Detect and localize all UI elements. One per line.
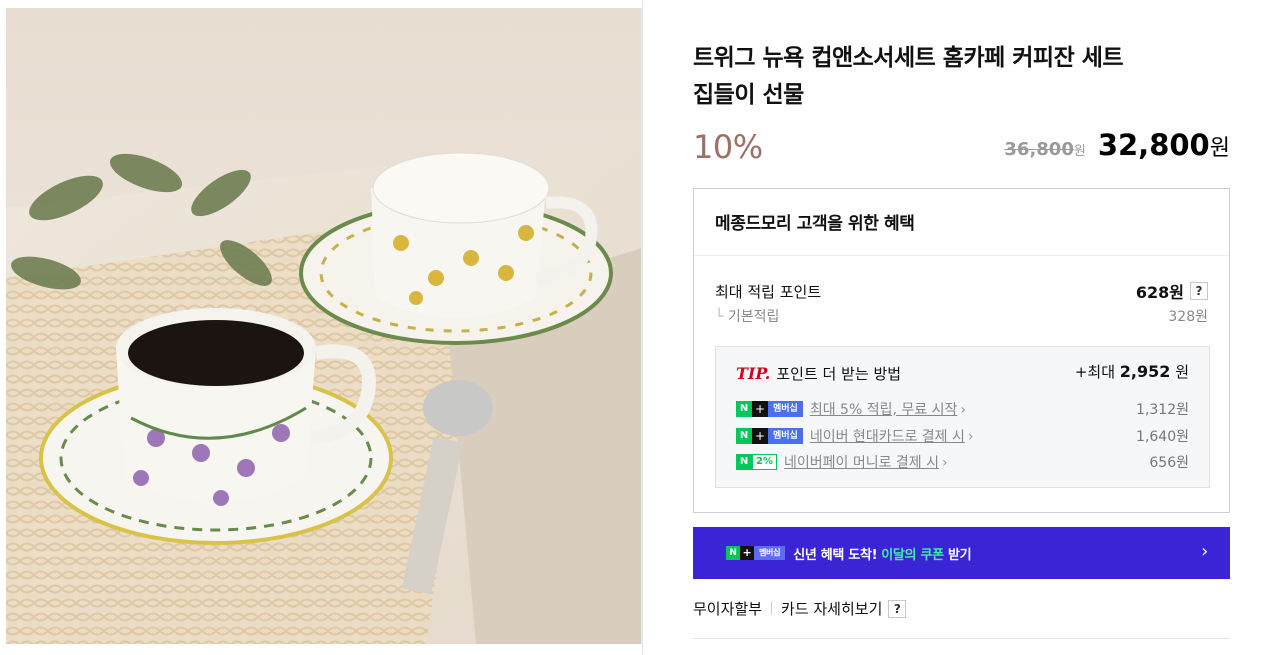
tip-box: TIP. 포인트 더 받는 방법 +최대 2,952 원 N + 멤버십 최대 … [715, 346, 1210, 488]
max-points-label: 최대 적립 포인트 [715, 282, 822, 301]
banner-suffix: 받기 [943, 547, 972, 563]
tip-item-membership: N + 멤버십 최대 5% 적립, 무료 시작 1,312원 [736, 399, 1189, 419]
sale-price: 32,800 [1097, 128, 1210, 162]
tip-item-npay-amount: 656원 [1149, 455, 1189, 471]
tip-item-card-link[interactable]: 네이버 현대카드로 결제 시 [810, 426, 974, 446]
tip-item-card-amount: 1,640원 [1136, 429, 1189, 445]
price-row: 10% 36,800 원 32,800 원 [693, 128, 1230, 178]
percent-badge: 2% [752, 454, 777, 470]
tip-max-prefix: +최대 [1074, 363, 1116, 381]
base-points-label: 기본적립 [715, 306, 780, 326]
product-image[interactable] [6, 8, 642, 644]
plus-icon: + [752, 401, 768, 417]
chevron-right-icon: › [1201, 541, 1208, 562]
product-info: 트위그 뉴욕 컵앤소서세트 홈카페 커피잔 세트 집들이 선물 10% 36,8… [693, 40, 1230, 178]
installment-row: 무이자할부 카드 자세히보기 ? [693, 598, 907, 619]
original-price-unit: 원 [1073, 144, 1086, 159]
original-price: 36,800 [1004, 139, 1074, 160]
base-points-row: 기본적립 328원 [715, 306, 1208, 326]
product-title-line1: 트위그 뉴욕 컵앤소서세트 홈카페 커피잔 세트 [693, 45, 1124, 71]
tip-item-membership-link[interactable]: 최대 5% 적립, 무료 시작 [810, 399, 966, 419]
installment-help-icon[interactable]: ? [888, 599, 907, 618]
max-points-row: 최대 적립 포인트 628원 ? [715, 279, 1208, 303]
naver-n-icon: N [726, 546, 740, 560]
vertical-divider [642, 0, 643, 655]
tip-word: TIP. [736, 364, 771, 383]
tip-item-membership-amount: 1,312원 [1136, 402, 1189, 418]
benefit-box: 메종드모리 고객을 위한 혜택 최대 적립 포인트 628원 ? 기본적립 32… [693, 188, 1230, 513]
membership-badge: 멤버십 [754, 546, 786, 560]
banner-highlight: 이달의 쿠폰 [881, 547, 944, 563]
price-box: 36,800 원 32,800 원 [1004, 128, 1230, 162]
benefit-heading: 메종드모리 고객을 위한 혜택 [694, 189, 1229, 256]
tip-item-npay-link[interactable]: 네이버페이 머니로 결제 시 [784, 452, 948, 472]
product-title-line2: 집들이 선물 [693, 82, 804, 108]
card-detail-link[interactable]: 카드 자세히보기 [781, 598, 882, 619]
discount-rate: 10% [693, 128, 763, 166]
tip-max: +최대 2,952 원 [1075, 361, 1189, 382]
tip-item-npay: N 2% 네이버페이 머니로 결제 시 656원 [736, 452, 1189, 472]
naver-n-icon: N [736, 428, 752, 444]
product-title: 트위그 뉴욕 컵앤소서세트 홈카페 커피잔 세트 집들이 선물 [693, 40, 1230, 114]
installment-label: 무이자할부 [693, 600, 763, 618]
sale-price-unit: 원 [1209, 136, 1230, 161]
separator [771, 602, 773, 615]
max-points-value-wrap: 628원 ? [1136, 279, 1208, 303]
coupon-banner[interactable]: N + 멤버십 신년 혜택 도착! 이달의 쿠폰 받기 › [693, 527, 1230, 579]
tip-title: 포인트 더 받는 방법 [776, 365, 902, 383]
plus-icon: + [740, 546, 754, 560]
membership-badge: 멤버십 [768, 428, 803, 444]
naver-pay-icon: N [736, 454, 752, 470]
plus-icon: + [752, 428, 768, 444]
tip-max-unit: 원 [1175, 363, 1189, 381]
tip-max-value: 2,952 [1119, 362, 1171, 381]
tip-item-card: N + 멤버십 네이버 현대카드로 결제 시 1,640원 [736, 426, 1189, 446]
product-page: 트위그 뉴욕 컵앤소서세트 홈카페 커피잔 세트 집들이 선물 10% 36,8… [0, 0, 1262, 655]
points-help-icon[interactable]: ? [1190, 282, 1208, 300]
banner-text: 신년 혜택 도착! [793, 547, 878, 563]
max-points-value: 628원 [1135, 283, 1184, 302]
naver-n-icon: N [736, 401, 752, 417]
base-points-value: 328원 [1168, 309, 1208, 325]
tip-heading: TIP. 포인트 더 받는 방법 [736, 363, 901, 384]
membership-badge: 멤버십 [768, 401, 803, 417]
bottom-divider [693, 638, 1230, 639]
